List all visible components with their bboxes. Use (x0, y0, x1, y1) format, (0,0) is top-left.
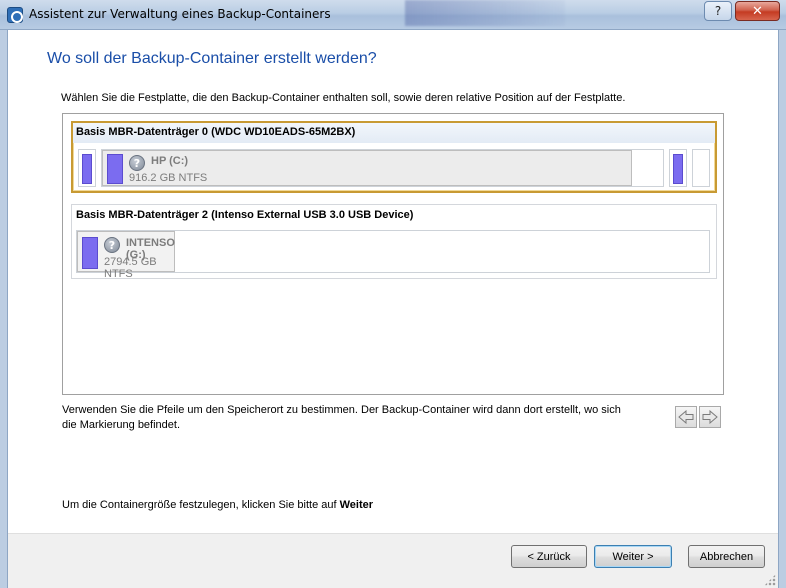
resize-grip[interactable] (764, 574, 776, 586)
window-frame-right (778, 30, 786, 588)
partition-bar (107, 154, 123, 184)
app-icon (7, 7, 23, 23)
partition-bar (673, 154, 683, 184)
arrow-right-icon (702, 410, 718, 424)
disk-list: Basis MBR-Datenträger 0 (WDC WD10EADS-65… (62, 113, 724, 395)
close-button[interactable]: ✕ (735, 1, 780, 21)
disk-title: Basis MBR-Datenträger 0 (WDC WD10EADS-65… (76, 126, 356, 138)
partition-slot-main[interactable]: ? HP (C:) 916.2 GB NTFS (101, 149, 664, 187)
partition-size: 916.2 GB NTFS (129, 172, 208, 184)
arrow-left-button[interactable] (675, 406, 697, 428)
unknown-filesystem-icon: ? (129, 155, 145, 171)
arrow-left-icon (678, 410, 694, 424)
partition-bar (82, 154, 92, 184)
help-button[interactable]: ? (704, 1, 732, 21)
window-title: Assistent zur Verwaltung eines Backup-Co… (29, 7, 331, 21)
unknown-filesystem-icon: ? (104, 237, 120, 253)
arrow-right-button[interactable] (699, 406, 721, 428)
button-bar: < Zurück Weiter > Abbrechen (8, 533, 778, 588)
footer-note-emphasis: Weiter (339, 499, 374, 511)
wizard-content: Wo soll der Backup-Container erstellt we… (8, 30, 778, 588)
disk-item-0[interactable]: Basis MBR-Datenträger 0 (WDC WD10EADS-65… (71, 121, 717, 193)
unallocated-slot[interactable] (692, 149, 710, 187)
cancel-button[interactable]: Abbrechen (688, 545, 765, 568)
partition-slot-main[interactable]: ? INTENSO (G:) 2794.5 GB NTFS (76, 230, 710, 280)
partition-hp[interactable]: ? HP (C:) 916.2 GB NTFS (102, 150, 632, 186)
instruction-text: Wählen Sie die Festplatte, die den Backu… (61, 92, 626, 104)
partition-slot-end[interactable] (669, 149, 687, 187)
position-arrows (675, 406, 723, 428)
title-bar: Assistent zur Verwaltung eines Backup-Co… (0, 0, 786, 30)
background-window-ghost (405, 0, 565, 26)
back-button[interactable]: < Zurück (511, 545, 587, 568)
disk-item-2[interactable]: Basis MBR-Datenträger 2 (Intenso Externa… (71, 204, 717, 280)
partition-name: HP (C:) (151, 155, 189, 167)
page-title: Wo soll der Backup-Container erstellt we… (47, 50, 377, 67)
window-frame-left (0, 30, 8, 588)
partition-bar (82, 237, 98, 269)
footer-note-text: Um die Containergröße festzulegen, klick… (62, 499, 340, 511)
partition-slot-start[interactable] (78, 149, 96, 187)
footer-note: Um die Containergröße festzulegen, klick… (62, 499, 373, 511)
partition-size: 2794.5 GB NTFS (104, 256, 157, 280)
partition-intenso[interactable]: ? INTENSO (G:) 2794.5 GB NTFS (77, 231, 175, 280)
disk-title: Basis MBR-Datenträger 2 (Intenso Externa… (76, 209, 414, 221)
arrow-hint-text: Verwenden Sie die Pfeile um den Speicher… (62, 404, 621, 431)
next-button[interactable]: Weiter > (594, 545, 672, 568)
